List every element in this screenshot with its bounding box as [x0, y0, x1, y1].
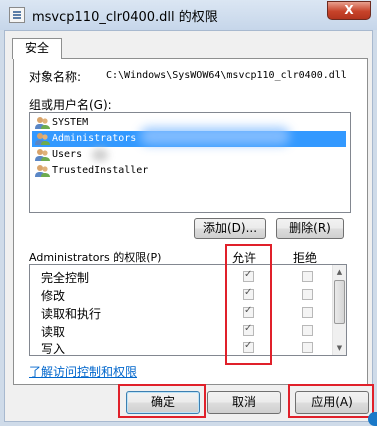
- apply-button-highlight: [288, 384, 374, 418]
- deny-checkbox[interactable]: [302, 325, 313, 336]
- allow-column-highlight: [225, 244, 272, 365]
- window-title: msvcp110_clr0400.dll 的权限: [32, 10, 218, 25]
- deny-checkbox[interactable]: [302, 307, 313, 318]
- blurred-region: [92, 149, 108, 161]
- permission-name: 读取: [41, 325, 66, 339]
- group-user-list[interactable]: SYSTEM Administrators Users TrustedInsta…: [29, 112, 351, 213]
- list-item-label: Users: [52, 149, 83, 160]
- remove-button[interactable]: 删除(R): [276, 218, 344, 239]
- access-control-help-link[interactable]: 了解访问控制和权限: [29, 363, 137, 380]
- permission-name: 读取和执行: [41, 307, 102, 321]
- close-button[interactable]: X: [327, 1, 371, 20]
- permission-name: 完全控制: [41, 271, 90, 285]
- add-button[interactable]: 添加(D)...: [194, 218, 266, 239]
- list-item[interactable]: Users: [32, 147, 346, 163]
- users-group-icon: [35, 165, 50, 177]
- scroll-down-arrow-icon[interactable]: ▼: [333, 341, 346, 355]
- deny-checkbox[interactable]: [302, 342, 313, 353]
- users-group-icon: [35, 149, 50, 161]
- users-group-icon: [35, 117, 50, 129]
- list-item-label: TrustedInstaller: [52, 165, 149, 176]
- tab-security[interactable]: 安全: [12, 38, 62, 59]
- object-name-label: 对象名称:: [29, 70, 82, 84]
- scroll-thumb[interactable]: [334, 280, 345, 324]
- table-row: 写入: [30, 339, 330, 356]
- table-row: 修改: [30, 286, 330, 303]
- permission-name: 修改: [41, 289, 66, 303]
- permissions-list: 完全控制 修改 读取和执行 读取 写入: [29, 264, 347, 356]
- ok-button-highlight: [118, 384, 206, 418]
- list-item-label: Administrators: [52, 133, 137, 144]
- permissions-scrollbar[interactable]: ▲ ▼: [332, 265, 346, 355]
- overlay-badge-icon: [368, 412, 377, 426]
- users-group-icon: [35, 133, 50, 145]
- list-item[interactable]: TrustedInstaller: [32, 163, 346, 179]
- dll-file-icon: [9, 7, 25, 23]
- deny-checkbox[interactable]: [302, 289, 313, 300]
- list-item-label: SYSTEM: [52, 117, 89, 128]
- title-bar: msvcp110_clr0400.dll 的权限 X: [0, 0, 377, 30]
- permission-name: 写入: [41, 342, 66, 356]
- table-row: 完全控制: [30, 268, 330, 285]
- cancel-button[interactable]: 取消: [207, 391, 281, 414]
- scroll-up-arrow-icon[interactable]: ▲: [333, 265, 346, 279]
- object-path: C:\Windows\SysWOW64\msvcp110_clr0400.dll: [106, 70, 347, 81]
- blurred-region: [140, 127, 290, 145]
- table-row: 读取: [30, 322, 330, 339]
- deny-checkbox[interactable]: [302, 271, 313, 282]
- group-or-user-label: 组或用户名(G):: [29, 98, 112, 112]
- table-row: 读取和执行: [30, 304, 330, 321]
- permissions-label: Administrators 的权限(P): [29, 251, 162, 264]
